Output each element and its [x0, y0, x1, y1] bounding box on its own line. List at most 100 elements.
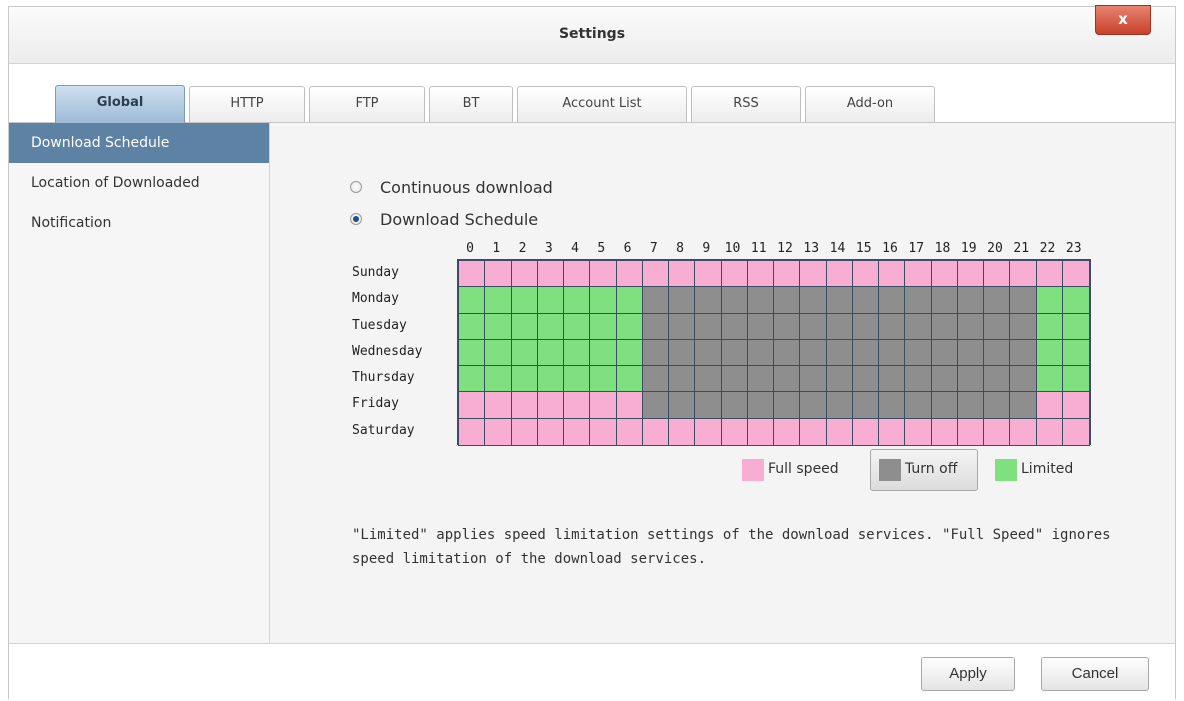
schedule-cell[interactable] [1009, 286, 1038, 315]
schedule-cell[interactable] [510, 260, 539, 288]
schedule-cell[interactable] [878, 338, 906, 367]
schedule-cell[interactable] [878, 365, 906, 393]
schedule-cell[interactable] [641, 338, 670, 367]
schedule-cell[interactable] [694, 391, 723, 420]
schedule-cell[interactable] [825, 365, 854, 393]
schedule-cell[interactable] [956, 286, 985, 315]
schedule-cell[interactable] [930, 365, 959, 393]
schedule-cell[interactable] [641, 365, 670, 393]
schedule-cell[interactable] [1035, 417, 1064, 446]
schedule-cell[interactable] [589, 417, 618, 446]
schedule-cell[interactable] [746, 260, 775, 288]
schedule-cell[interactable] [510, 312, 539, 341]
schedule-cell[interactable] [1035, 312, 1064, 341]
schedule-cell[interactable] [589, 286, 618, 315]
full-speed-label[interactable]: Full speed [768, 461, 839, 477]
schedule-cell[interactable] [589, 260, 618, 288]
schedule-cell[interactable] [904, 365, 933, 393]
schedule-cell[interactable] [746, 338, 775, 367]
schedule-cell[interactable] [510, 391, 539, 420]
schedule-cell[interactable] [589, 365, 618, 393]
tab-global[interactable]: Global [55, 85, 185, 123]
schedule-cell[interactable] [668, 417, 696, 446]
schedule-cell[interactable] [930, 286, 959, 315]
schedule-cell[interactable] [458, 365, 486, 393]
schedule-cell[interactable] [878, 286, 906, 315]
schedule-cell[interactable] [1035, 338, 1064, 367]
download-schedule-option[interactable]: Download Schedule [350, 207, 538, 231]
schedule-cell[interactable] [720, 417, 749, 446]
schedule-cell[interactable] [484, 260, 513, 288]
schedule-cell[interactable] [746, 365, 775, 393]
schedule-cell[interactable] [851, 338, 880, 367]
continuous-download-option[interactable]: Continuous download [350, 175, 553, 199]
schedule-cell[interactable] [563, 286, 591, 315]
schedule-cell[interactable] [983, 338, 1011, 367]
schedule-cell[interactable] [825, 286, 854, 315]
schedule-cell[interactable] [720, 338, 749, 367]
schedule-cell[interactable] [746, 312, 775, 341]
schedule-cell[interactable] [668, 391, 696, 420]
schedule-cell[interactable] [799, 417, 828, 446]
schedule-cell[interactable] [773, 286, 801, 315]
schedule-cell[interactable] [458, 338, 486, 367]
schedule-cell[interactable] [983, 286, 1011, 315]
schedule-cell[interactable] [641, 312, 670, 341]
cancel-button[interactable]: Cancel [1041, 657, 1149, 691]
schedule-cell[interactable] [956, 391, 985, 420]
schedule-cell[interactable] [668, 312, 696, 341]
schedule-cell[interactable] [773, 312, 801, 341]
schedule-cell[interactable] [930, 391, 959, 420]
schedule-cell[interactable] [1035, 260, 1064, 288]
schedule-cell[interactable] [983, 365, 1011, 393]
schedule-cell[interactable] [956, 312, 985, 341]
schedule-cell[interactable] [1035, 365, 1064, 393]
full-speed-swatch[interactable] [742, 459, 764, 481]
turn-off-legend-button[interactable]: Turn off [870, 449, 978, 491]
schedule-cell[interactable] [1035, 391, 1064, 420]
schedule-cell[interactable] [563, 338, 591, 367]
schedule-cell[interactable] [510, 338, 539, 367]
schedule-cell[interactable] [956, 260, 985, 288]
schedule-cell[interactable] [615, 391, 644, 420]
schedule-cell[interactable] [694, 260, 723, 288]
schedule-cell[interactable] [930, 260, 959, 288]
schedule-cell[interactable] [930, 338, 959, 367]
schedule-cell[interactable] [1009, 312, 1038, 341]
schedule-cell[interactable] [615, 286, 644, 315]
schedule-cell[interactable] [1061, 312, 1090, 341]
schedule-cell[interactable] [563, 260, 591, 288]
schedule-cell[interactable] [510, 286, 539, 315]
schedule-cell[interactable] [799, 338, 828, 367]
schedule-cell[interactable] [458, 260, 486, 288]
schedule-cell[interactable] [904, 338, 933, 367]
schedule-cell[interactable] [746, 417, 775, 446]
schedule-cell[interactable] [956, 417, 985, 446]
schedule-cell[interactable] [668, 260, 696, 288]
schedule-cell[interactable] [904, 286, 933, 315]
schedule-cell[interactable] [956, 338, 985, 367]
schedule-cell[interactable] [825, 391, 854, 420]
schedule-cell[interactable] [720, 260, 749, 288]
limited-label[interactable]: Limited [1021, 461, 1073, 477]
schedule-cell[interactable] [799, 312, 828, 341]
sidebar-item-notification[interactable]: Notification [9, 203, 269, 243]
sidebar-item-download-schedule[interactable]: Download Schedule [9, 123, 269, 163]
schedule-cell[interactable] [1009, 391, 1038, 420]
schedule-cell[interactable] [825, 417, 854, 446]
schedule-cell[interactable] [694, 338, 723, 367]
schedule-cell[interactable] [1061, 417, 1090, 446]
schedule-cell[interactable] [851, 260, 880, 288]
schedule-cell[interactable] [589, 312, 618, 341]
schedule-cell[interactable] [799, 286, 828, 315]
tab-add-on[interactable]: Add-on [805, 86, 935, 122]
schedule-cell[interactable] [851, 286, 880, 315]
schedule-cell[interactable] [458, 286, 486, 315]
schedule-cell[interactable] [773, 391, 801, 420]
schedule-cell[interactable] [563, 312, 591, 341]
tab-rss[interactable]: RSS [691, 86, 801, 122]
schedule-cell[interactable] [694, 417, 723, 446]
apply-button[interactable]: Apply [921, 657, 1015, 691]
schedule-cell[interactable] [694, 365, 723, 393]
schedule-cell[interactable] [536, 312, 565, 341]
